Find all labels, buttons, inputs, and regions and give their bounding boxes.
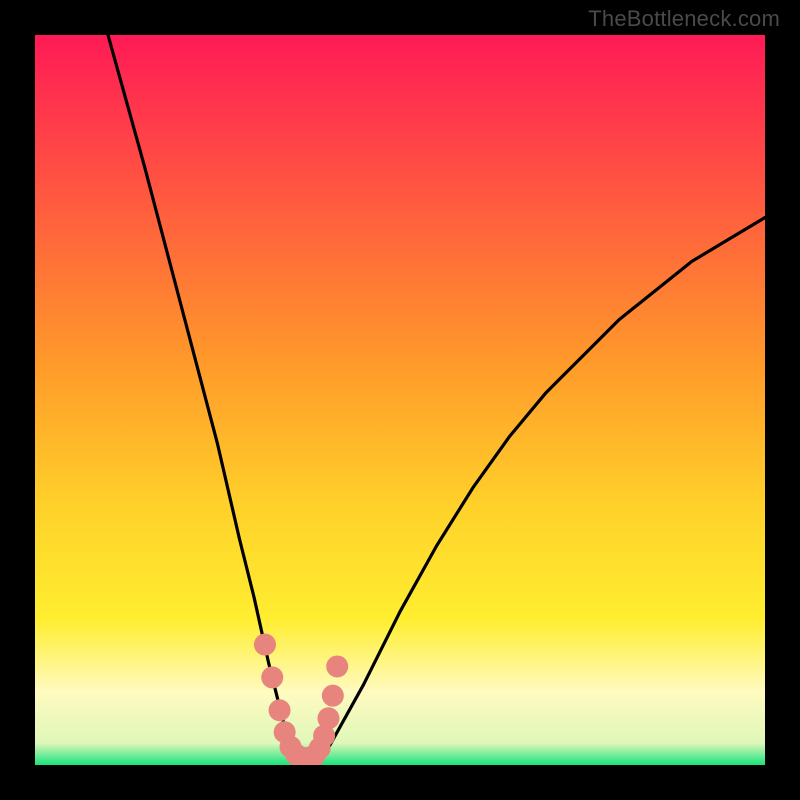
marker-dot [326, 655, 348, 677]
marker-dot [261, 666, 283, 688]
watermark-text: TheBottleneck.com [588, 6, 780, 32]
plot-area [35, 35, 765, 765]
marker-dot [254, 634, 276, 656]
gradient-background [35, 35, 765, 765]
marker-dot [322, 685, 344, 707]
marker-dot [269, 699, 291, 721]
chart-frame: TheBottleneck.com [0, 0, 800, 800]
chart-svg [35, 35, 765, 765]
marker-dot [317, 707, 339, 729]
